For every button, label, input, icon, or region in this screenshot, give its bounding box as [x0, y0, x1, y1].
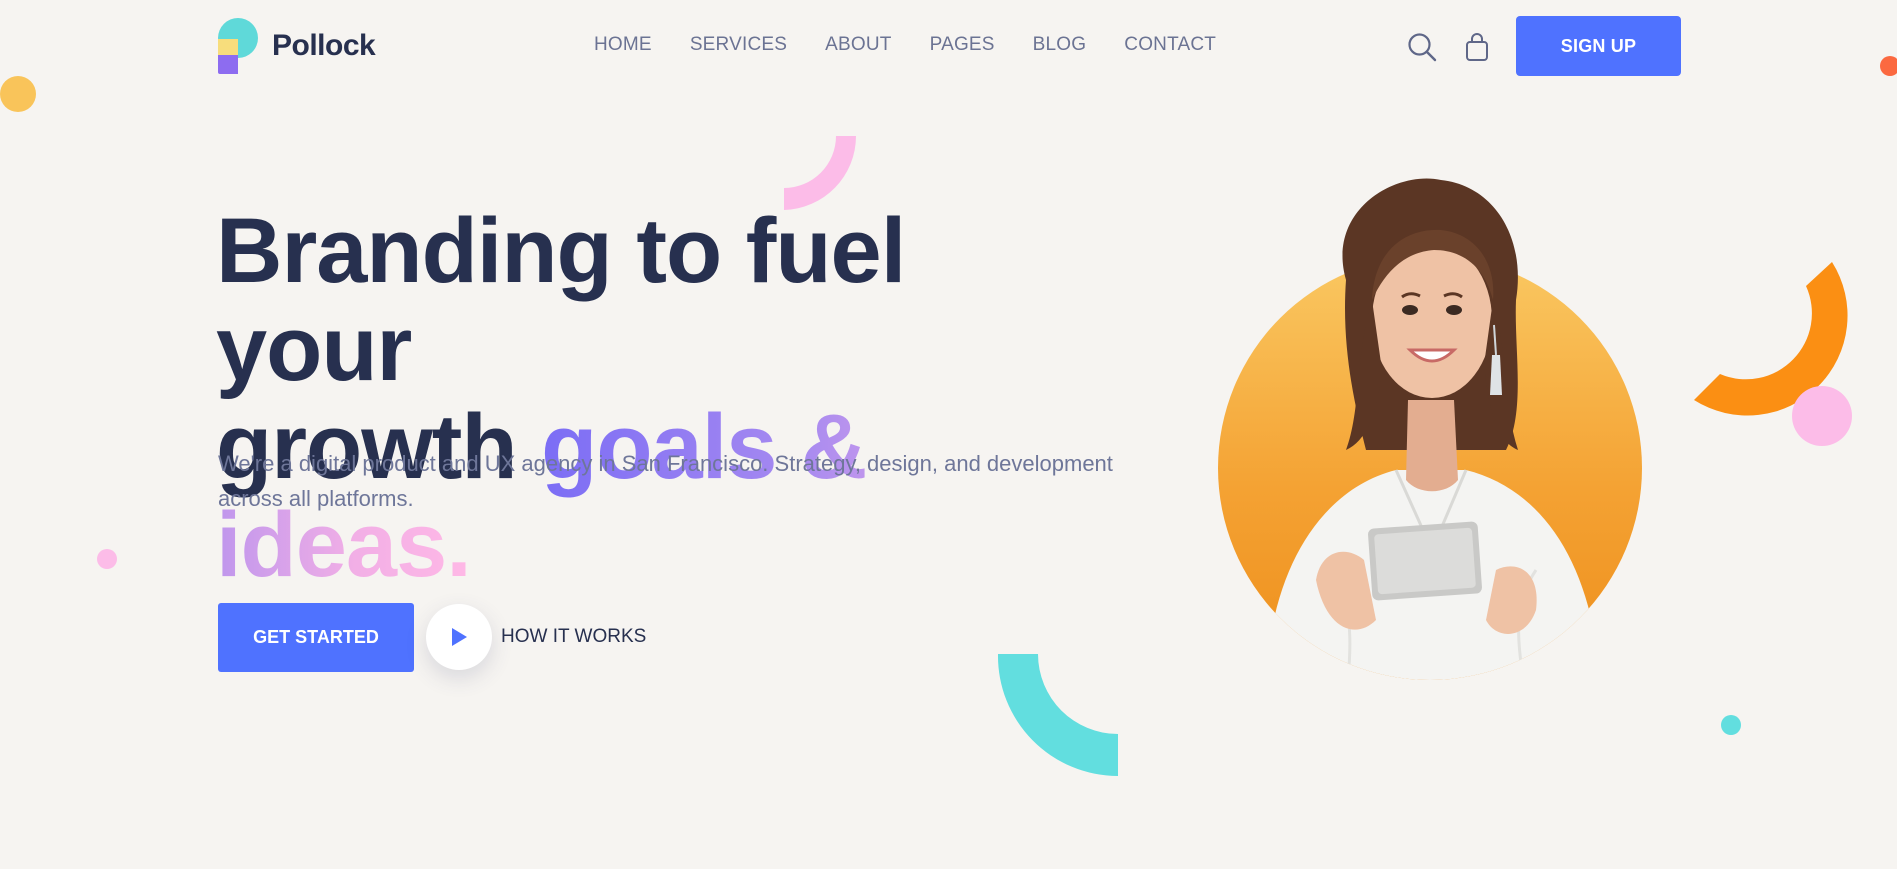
hero-portrait-image	[1218, 178, 1642, 680]
site-header: Pollock HOME SERVICES ABOUT PAGES BLOG C…	[0, 0, 1897, 92]
nav-item-about[interactable]: ABOUT	[825, 34, 891, 56]
logo-link[interactable]: Pollock	[218, 18, 376, 74]
hero-title: Branding to fuel your growth goals & ide…	[216, 202, 1116, 594]
teal-dot-decoration	[1721, 715, 1741, 735]
landing-page: Pollock HOME SERVICES ABOUT PAGES BLOG C…	[0, 0, 1897, 869]
shopping-bag-icon[interactable]	[1465, 32, 1489, 67]
pink-dot-small-decoration	[97, 549, 117, 569]
nav-item-contact[interactable]: CONTACT	[1124, 34, 1216, 56]
logo-mark-icon	[218, 18, 260, 74]
get-started-button[interactable]: GET STARTED	[218, 603, 414, 672]
main-nav: HOME SERVICES ABOUT PAGES BLOG CONTACT	[594, 34, 1216, 56]
how-it-works-link[interactable]: HOW IT WORKS	[501, 626, 646, 648]
teal-arc-decoration	[997, 654, 1118, 776]
signup-button[interactable]: SIGN UP	[1516, 16, 1681, 76]
search-icon[interactable]	[1407, 32, 1437, 67]
nav-item-home[interactable]: HOME	[594, 34, 652, 56]
hero-description: We're a digital product and UX agency in…	[218, 451, 1113, 511]
nav-item-pages[interactable]: PAGES	[930, 34, 995, 56]
play-video-button[interactable]	[426, 604, 492, 670]
nav-item-blog[interactable]: BLOG	[1033, 34, 1087, 56]
hero-title-line1: Branding to fuel your	[216, 200, 906, 400]
pink-dot-large-decoration	[1792, 386, 1852, 446]
play-icon	[452, 628, 467, 646]
brand-name: Pollock	[272, 29, 376, 62]
nav-item-services[interactable]: SERVICES	[690, 34, 787, 56]
